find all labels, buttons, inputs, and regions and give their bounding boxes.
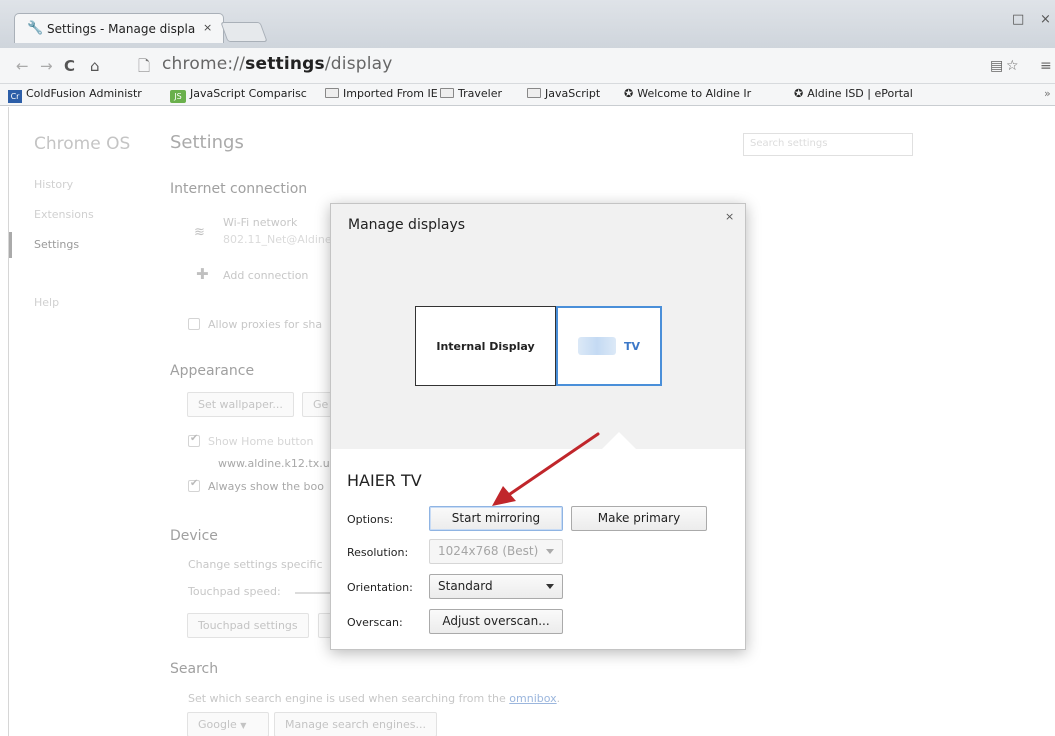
home-icon[interactable]: ⌂ xyxy=(90,57,100,75)
internet-connection-heading: Internet connection xyxy=(170,181,308,197)
home-url: www.aldine.k12.tx.u xyxy=(218,457,330,470)
device-description: Change settings specific xyxy=(188,558,323,571)
maximize-icon[interactable]: □ xyxy=(1012,12,1024,27)
back-icon[interactable]: ← xyxy=(16,57,29,75)
allow-proxies-label: Allow proxies for sha xyxy=(208,318,323,331)
bookmark-aldine-eportal[interactable]: ✪ Aldine ISD | ePortal xyxy=(794,87,913,100)
orientation-label: Orientation: xyxy=(347,581,413,594)
extension-icon[interactable]: ▤ xyxy=(990,58,1003,74)
plus-icon: ✚ xyxy=(196,265,209,283)
browser-toolbar: ← → C ⌂ 🗋 chrome://settings/display ▤ ☆ … xyxy=(0,48,1055,84)
always-show-bookmarks-label: Always show the boo xyxy=(208,480,324,493)
tv-display-label: TV xyxy=(623,339,641,353)
forward-icon[interactable]: → xyxy=(40,57,53,75)
sidebar-item-history[interactable]: History xyxy=(34,178,73,191)
sidebar-item-settings[interactable]: Settings xyxy=(34,238,79,251)
allow-proxies-checkbox[interactable] xyxy=(188,318,200,330)
always-show-bookmarks-checkbox[interactable] xyxy=(188,478,200,492)
display-name: HAIER TV xyxy=(347,471,422,490)
internal-display-tile[interactable]: Internal Display xyxy=(415,306,556,386)
bookmark-traveler[interactable]: Traveler xyxy=(440,87,502,100)
folder-icon xyxy=(325,88,339,98)
sidebar-title: Chrome OS xyxy=(34,134,131,154)
tv-display-tile[interactable]: TV xyxy=(556,306,662,386)
search-engine-select[interactable]: Google ▼ xyxy=(187,712,270,736)
resolution-label: Resolution: xyxy=(347,546,409,559)
tab-title: Settings - Manage displa xyxy=(47,22,196,36)
wrench-icon: 🔧 xyxy=(27,21,44,36)
show-home-checkbox[interactable] xyxy=(188,433,200,447)
sidebar-active-marker xyxy=(9,232,12,258)
touchpad-speed-label: Touchpad speed: xyxy=(188,585,281,598)
search-settings-input[interactable]: Search settings xyxy=(743,133,913,156)
page-title: Settings xyxy=(170,132,244,153)
touchpad-settings-button[interactable]: Touchpad settings xyxy=(187,613,309,638)
chevron-down-icon: ▼ xyxy=(240,721,247,730)
sidebar-item-extensions[interactable]: Extensions xyxy=(34,208,94,221)
orientation-select[interactable]: Standard xyxy=(429,574,563,599)
omnibox[interactable]: 🗋 chrome://settings/display xyxy=(138,53,968,79)
url-text: chrome://settings/display xyxy=(162,54,393,74)
title-bar: 🔧 Settings - Manage displa × □ × xyxy=(0,0,1055,48)
star-icon[interactable]: ☆ xyxy=(1006,58,1019,74)
get-themes-button[interactable]: Ge xyxy=(302,392,332,417)
internal-display-label: Internal Display xyxy=(436,339,535,353)
globe-icon: ✪ xyxy=(624,87,634,100)
add-connection-link[interactable]: Add connection xyxy=(223,269,308,282)
folder-icon xyxy=(527,88,541,98)
set-wallpaper-button[interactable]: Set wallpaper... xyxy=(187,392,294,417)
chevron-down-icon xyxy=(546,549,554,554)
device-heading: Device xyxy=(170,528,218,544)
show-home-label: Show Home button xyxy=(208,435,314,448)
browser-tab[interactable]: 🔧 Settings - Manage displa × xyxy=(14,13,224,43)
menu-icon[interactable]: ≡ xyxy=(1040,58,1052,74)
chevron-down-icon xyxy=(546,584,554,589)
wifi-icon: ≋ xyxy=(194,225,205,240)
dialog-title: Manage displays xyxy=(348,217,466,233)
folder-icon xyxy=(440,88,454,98)
appearance-heading: Appearance xyxy=(170,363,255,379)
globe-icon: ✪ xyxy=(794,87,804,100)
page-left-edge xyxy=(0,107,9,736)
bookmarks-bar: Cr ColdFusion Administr JS JavaScript Comp… xyxy=(0,84,1055,106)
search-description: Set which search engine is used when sea… xyxy=(188,692,561,705)
close-icon[interactable]: × xyxy=(725,210,734,223)
make-primary-button[interactable]: Make primary xyxy=(571,506,707,531)
bookmark-imported-from-ie[interactable]: Imported From IE xyxy=(325,87,438,100)
tab-close-icon[interactable]: × xyxy=(203,21,212,34)
manage-search-engines-button[interactable]: Manage search engines... xyxy=(274,712,437,736)
sidebar-item-help[interactable]: Help xyxy=(34,296,59,309)
search-heading: Search xyxy=(170,661,219,677)
wifi-label[interactable]: Wi-Fi network xyxy=(223,216,297,229)
bookmarks-overflow-icon[interactable]: » xyxy=(1044,87,1051,100)
reload-icon[interactable]: C xyxy=(64,57,75,75)
manage-displays-dialog: Manage displays × Internal Display TV HA… xyxy=(330,203,746,650)
omnibox-link[interactable]: omnibox xyxy=(509,692,556,705)
resolution-select[interactable]: 1024x768 (Best) xyxy=(429,539,563,564)
page-icon: 🗋 xyxy=(138,57,151,75)
bookmark-javascript-comparison[interactable]: JS JavaScript Comparisc xyxy=(170,87,307,103)
bookmark-welcome-aldine[interactable]: ✪ Welcome to Aldine Ir xyxy=(624,87,751,100)
start-mirroring-button[interactable]: Start mirroring xyxy=(429,506,563,531)
bookmark-javascript[interactable]: JavaScript xyxy=(527,87,600,100)
options-label: Options: xyxy=(347,513,394,526)
touchpad-speed-slider[interactable] xyxy=(295,592,331,594)
javascript-icon: JS xyxy=(170,90,186,103)
bookmark-coldfusion[interactable]: Cr ColdFusion Administr xyxy=(8,87,142,103)
coldfusion-icon: Cr xyxy=(8,90,22,103)
adjust-overscan-button[interactable]: Adjust overscan... xyxy=(429,609,563,634)
wifi-network-name: 802.11_Net@Aldine xyxy=(223,233,332,246)
overscan-label: Overscan: xyxy=(347,616,403,629)
new-tab-button[interactable] xyxy=(220,22,268,42)
window-close-icon[interactable]: × xyxy=(1040,12,1051,27)
blurred-text xyxy=(577,337,616,355)
